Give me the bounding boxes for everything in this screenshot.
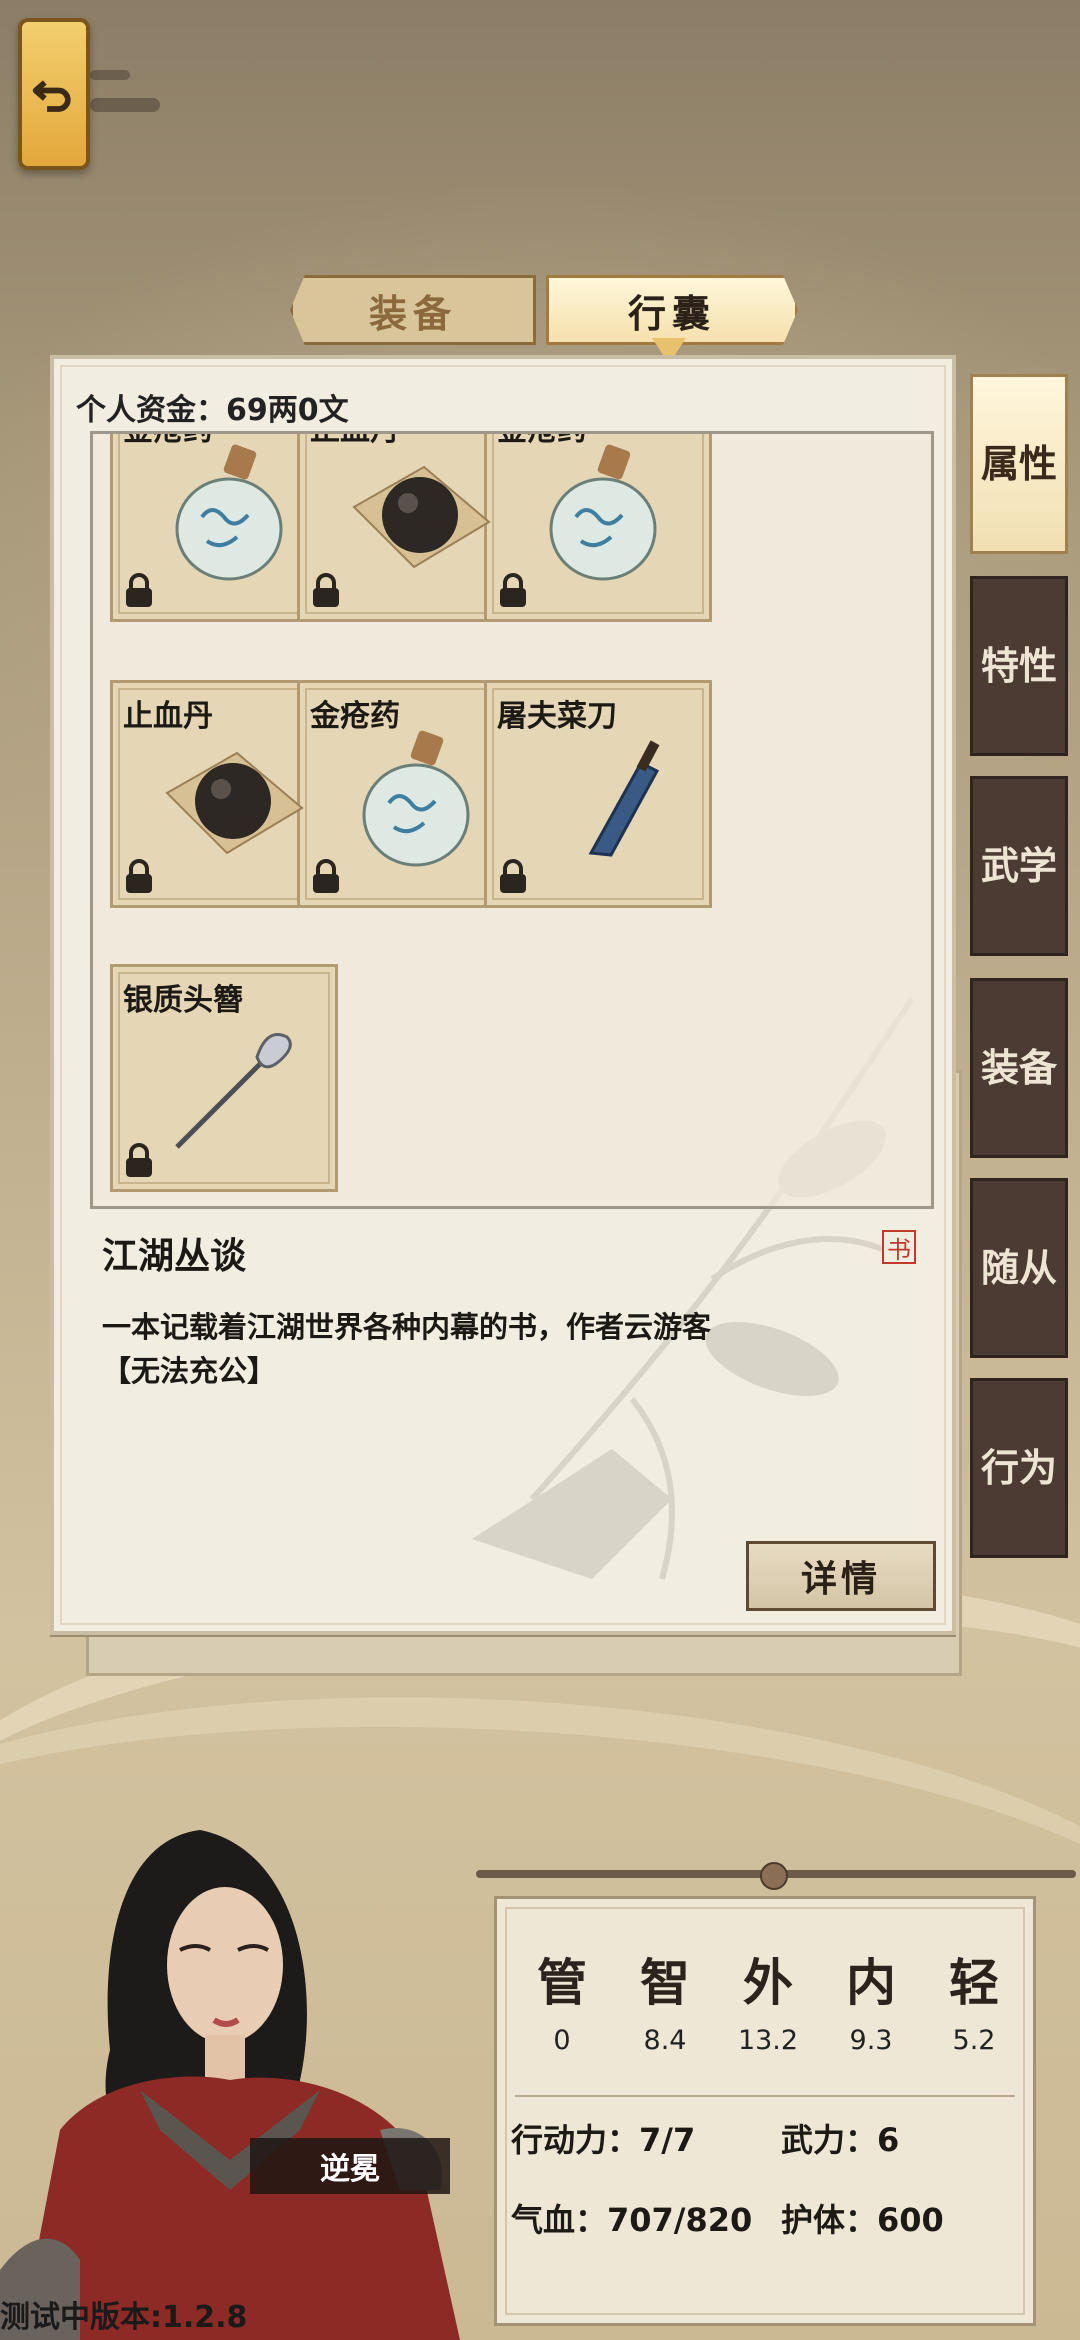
cleaver-icon [588, 740, 660, 857]
side-tab-label: 装备 [980, 1046, 1057, 1090]
character-name: 逆冕 [250, 2138, 450, 2194]
medicine-bottle-icon [549, 444, 657, 581]
item-name: 止血丹 [123, 699, 213, 734]
side-tab-traits[interactable]: 特性 [970, 576, 1068, 756]
back-button-rail [90, 98, 160, 112]
detail-button[interactable]: 详情 [746, 1541, 936, 1611]
hp-value: 气血：707/820 [511, 2201, 753, 2239]
version-label: 测试中版本:1.2.8 [0, 2300, 248, 2335]
side-tab-equipment[interactable]: 装备 [970, 978, 1068, 1158]
scroll-knob [760, 1862, 788, 1890]
back-button[interactable] [18, 18, 90, 170]
armor-value: 护体：600 [781, 2201, 944, 2239]
side-tab-label: 属性 [980, 442, 1057, 486]
selected-item-title: 江湖丛谈 [102, 1236, 247, 1277]
attribute-intellect: 智 8.4 [620, 1943, 710, 2056]
attribute-agility: 轻 5.2 [929, 1943, 1019, 2056]
side-tab-martial[interactable]: 武学 [970, 776, 1068, 956]
black-pill-icon [352, 465, 491, 569]
lock-icon [313, 859, 339, 893]
lock-icon [126, 859, 152, 893]
lock-icon [313, 573, 339, 607]
medicine-bottle-icon [362, 730, 470, 867]
medicine-bottle-icon [175, 444, 283, 581]
lock-icon [126, 1143, 152, 1177]
attribute-label: 管 [537, 1953, 587, 2012]
inventory-panel: 个人资金：69两0文 金疮药 止血丹 [50, 355, 956, 1635]
lock-icon [500, 859, 526, 893]
item-name: 金疮药 [310, 699, 400, 734]
attribute-value: 9.3 [849, 2025, 893, 2056]
character-portrait[interactable] [0, 1830, 500, 2340]
item-name: 屠夫菜刀 [497, 699, 617, 734]
attribute-label: 外 [743, 1953, 793, 2012]
side-tab-followers[interactable]: 随从 [970, 1178, 1068, 1358]
back-arrow-icon [32, 80, 71, 112]
attribute-label: 轻 [949, 1953, 999, 2012]
side-tab-attributes[interactable]: 属性 [970, 374, 1068, 554]
side-tab-label: 行为 [980, 1446, 1057, 1490]
stats-panel: 管 0 智 8.4 外 13.2 内 9.3 轻 5.2 行动力：7/7 武力：… [494, 1896, 1036, 2326]
item-name: 银质头簪 [123, 983, 243, 1018]
tab-equip[interactable]: 装备 [290, 275, 536, 345]
tab-bag[interactable]: 行囊 [546, 275, 798, 345]
item-grid[interactable]: 金疮药 止血丹 金疮药 [90, 431, 934, 1209]
item-slot[interactable]: 屠夫菜刀 [484, 680, 712, 908]
item-slot[interactable]: 银质头簪 [110, 964, 338, 1192]
side-tab-label: 特性 [980, 644, 1057, 688]
attribute-label: 智 [640, 1953, 690, 2012]
attribute-label: 内 [846, 1953, 896, 2012]
action-points: 行动力：7/7 [511, 2121, 696, 2159]
attribute-manage: 管 0 [517, 1943, 607, 2056]
item-name: 止血丹 [310, 434, 400, 449]
selected-item-description: 一本记载着江湖世界各种内幕的书，作者云游客【无法充公】 [102, 1310, 712, 1388]
funds-label: 个人资金：69两0文 [76, 393, 349, 428]
attribute-internal: 内 9.3 [826, 1943, 916, 2056]
attribute-external: 外 13.2 [723, 1943, 813, 2056]
side-tab-behavior[interactable]: 行为 [970, 1378, 1068, 1558]
item-name: 金疮药 [497, 434, 587, 449]
item-name: 金疮药 [123, 434, 213, 449]
attribute-value: 0 [553, 2025, 571, 2056]
side-tab-label: 武学 [980, 844, 1057, 888]
martial-power: 武力：6 [781, 2121, 900, 2159]
lock-icon [126, 573, 152, 607]
hairpin-icon [175, 1033, 292, 1149]
lock-icon [500, 573, 526, 607]
side-tab-label: 随从 [980, 1246, 1057, 1290]
attribute-value: 13.2 [737, 2025, 799, 2056]
item-slot[interactable]: 金疮药 [484, 434, 712, 622]
attribute-value: 8.4 [643, 2025, 687, 2056]
black-pill-icon [165, 751, 304, 855]
book-type-badge: 书 [882, 1230, 916, 1264]
back-button-rail [90, 70, 130, 80]
attribute-value: 5.2 [952, 2025, 996, 2056]
stats-divider [515, 2095, 1015, 2097]
